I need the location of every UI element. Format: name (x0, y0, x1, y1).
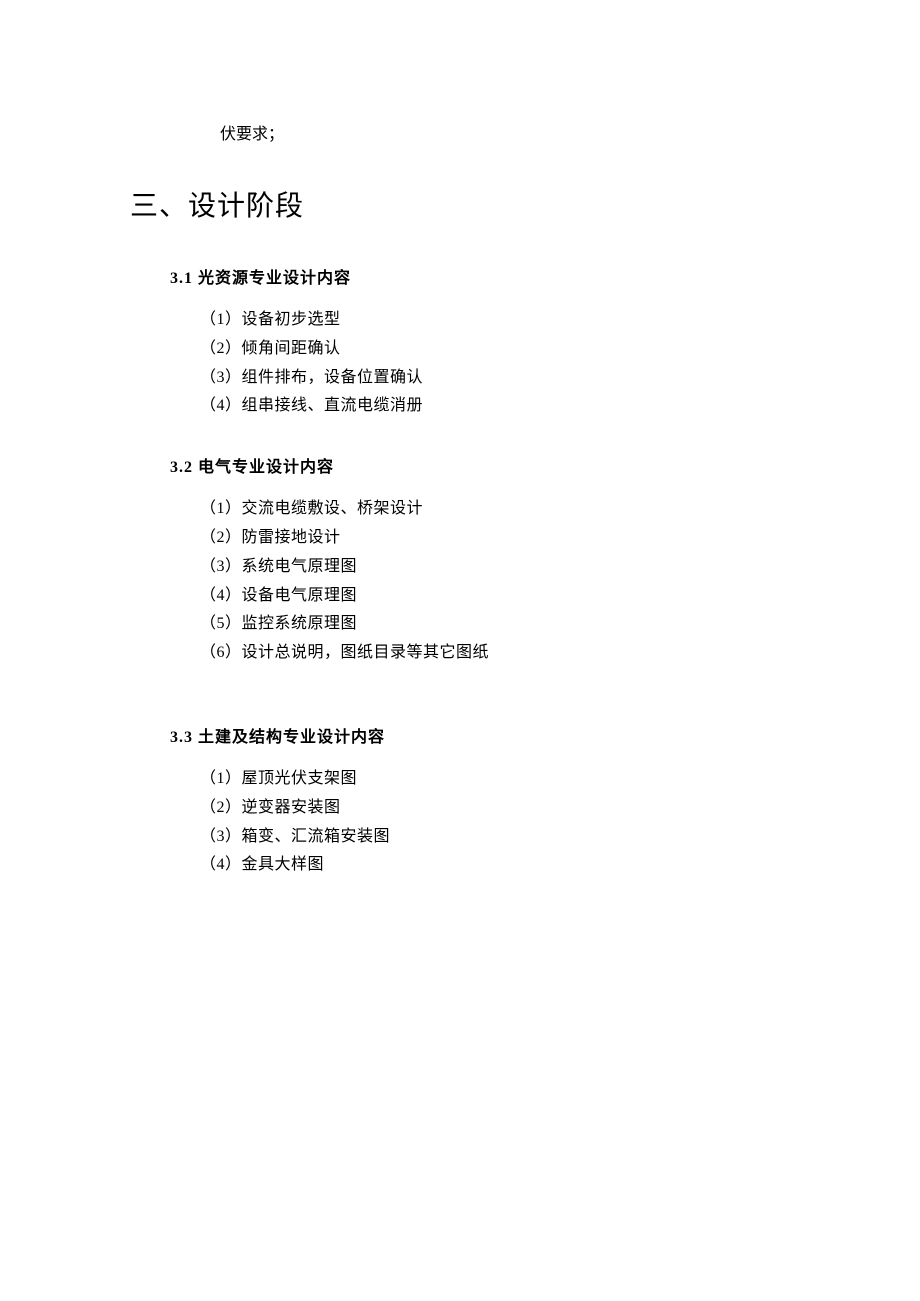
list-item: （2）倾角间距确认 (200, 335, 790, 364)
list-item: （1）设备初步选型 (200, 306, 790, 335)
fragment-text: 伏要求； (130, 120, 790, 144)
list-item: （2）防雷接地设计 (200, 524, 790, 553)
list-item: （3）系统电气原理图 (200, 553, 790, 582)
section-heading-3-2: 3.2 电气专业设计内容 (130, 453, 790, 477)
list-item: （1）屋顶光伏支架图 (200, 765, 790, 794)
section-list-3-3: （1）屋顶光伏支架图 （2）逆变器安装图 （3）箱变、汇流箱安装图 （4）金具大… (130, 765, 790, 880)
section-list-3-2: （1）交流电缆敷设、桥架设计 （2）防雷接地设计 （3）系统电气原理图 （4）设… (130, 495, 790, 668)
section-heading-3-3: 3.3 土建及结构专业设计内容 (130, 723, 790, 747)
document-page: 伏要求； 三、设计阶段 3.1 光资源专业设计内容 （1）设备初步选型 （2）倾… (0, 0, 920, 880)
list-item: （4）组串接线、直流电缆消册 (200, 392, 790, 421)
main-heading: 三、设计阶段 (130, 184, 790, 224)
list-item: （2）逆变器安装图 (200, 794, 790, 823)
list-item: （6）设计总说明，图纸目录等其它图纸 (200, 639, 790, 668)
list-item: （4）设备电气原理图 (200, 582, 790, 611)
list-item: （3）组件排布，设备位置确认 (200, 364, 790, 393)
list-item: （1）交流电缆敷设、桥架设计 (200, 495, 790, 524)
list-item: （5）监控系统原理图 (200, 610, 790, 639)
section-heading-3-1: 3.1 光资源专业设计内容 (130, 264, 790, 288)
list-item: （4）金具大样图 (200, 851, 790, 880)
section-list-3-1: （1）设备初步选型 （2）倾角间距确认 （3）组件排布，设备位置确认 （4）组串… (130, 306, 790, 421)
list-item: （3）箱变、汇流箱安装图 (200, 823, 790, 852)
